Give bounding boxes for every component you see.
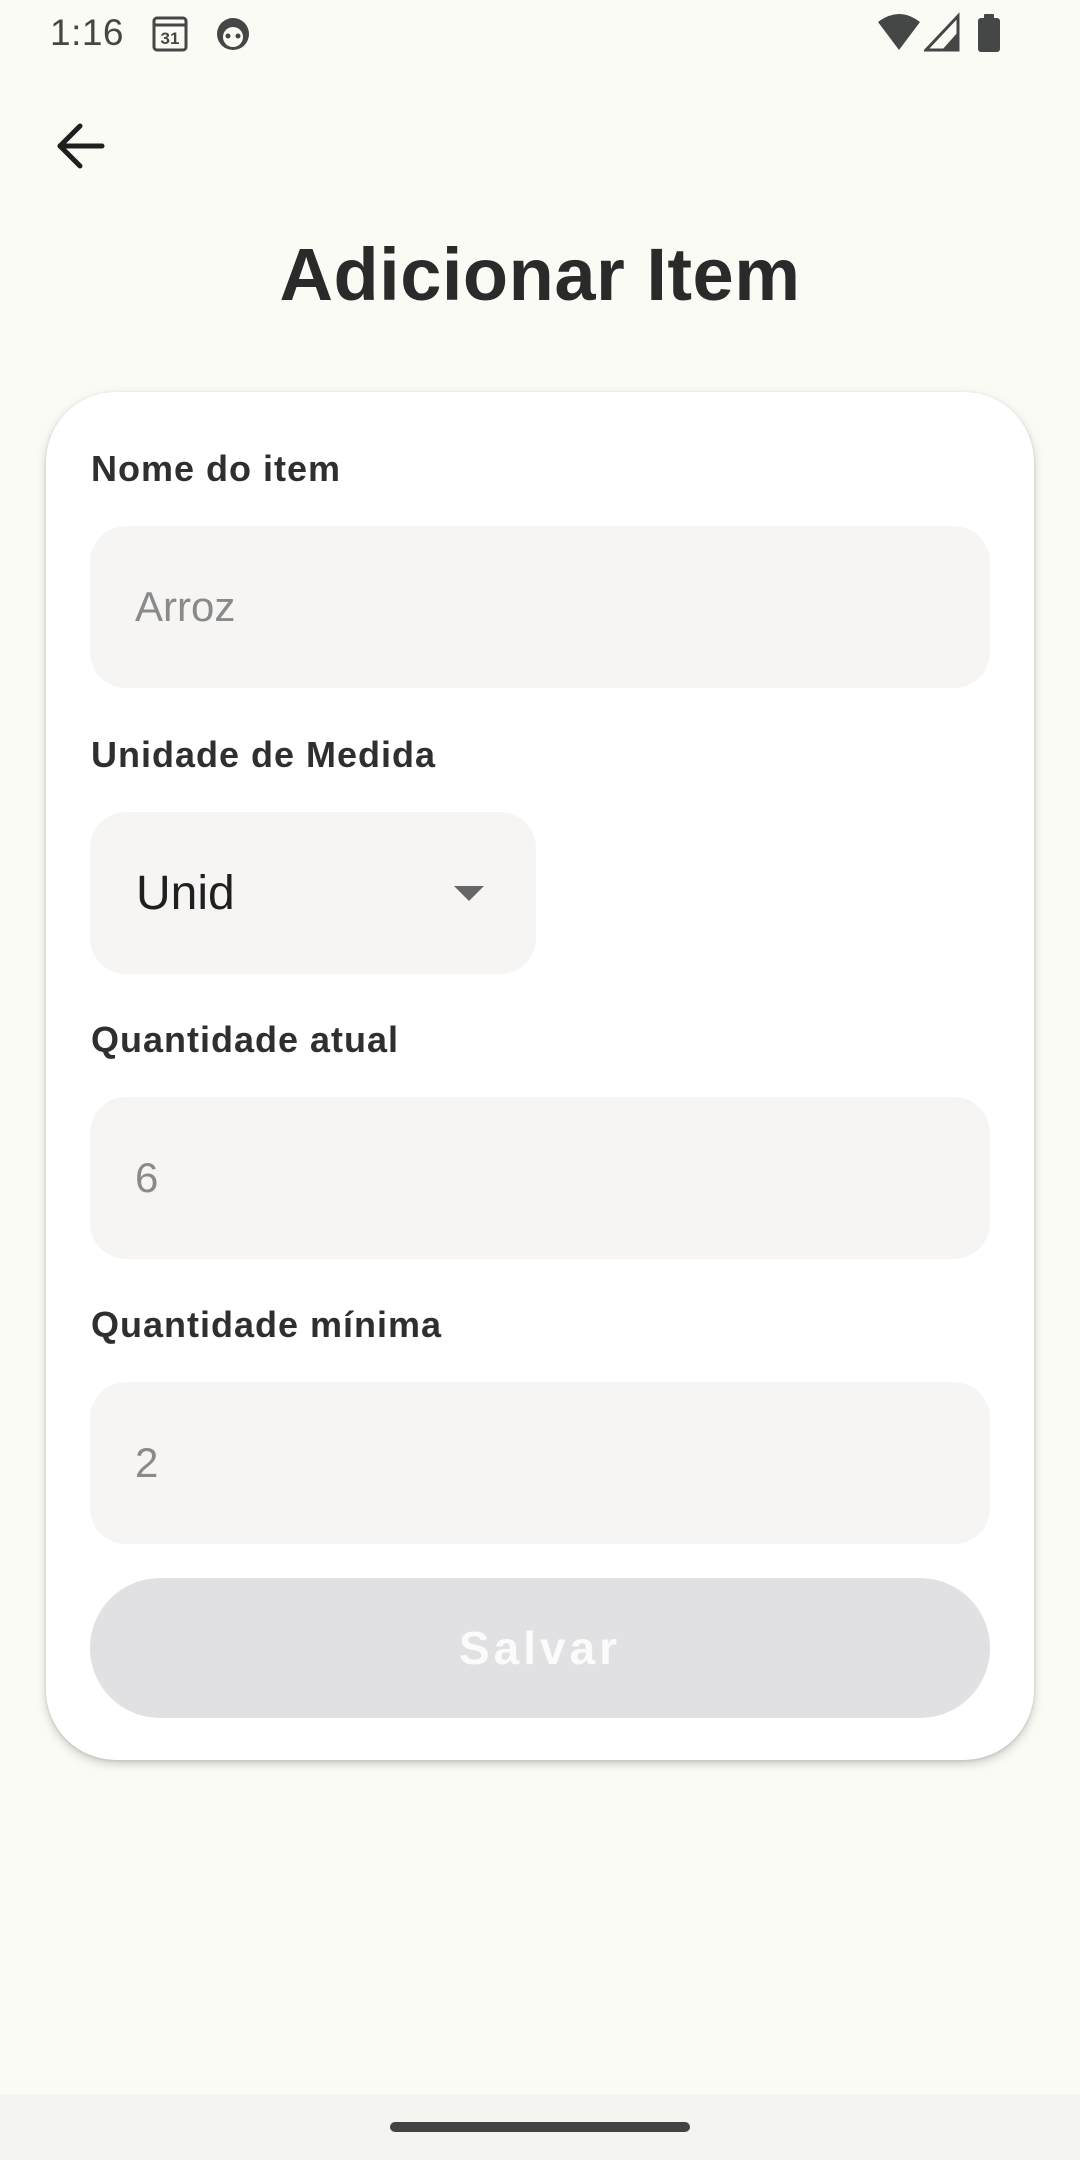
form-card: Nome do item Arroz Unidade de Medida Uni… (46, 392, 1034, 1760)
unit-label: Unidade de Medida (91, 734, 437, 775)
home-indicator[interactable] (390, 2122, 690, 2132)
minimum-quantity-input[interactable]: 2 (90, 1382, 990, 1544)
minimum-quantity-placeholder: 2 (135, 1439, 159, 1486)
current-quantity-label: Quantidade atual (91, 1019, 400, 1060)
caret-down-icon (454, 886, 484, 901)
wifi-icon (878, 14, 920, 50)
calendar-icon: 31 (152, 16, 188, 52)
unit-select[interactable]: Unid (90, 812, 536, 974)
arrow-back-icon (57, 123, 105, 169)
calendar-day-text: 31 (161, 29, 180, 48)
page-title: Adicionar Item (279, 233, 801, 316)
status-bar: 1:16 31 (0, 0, 1080, 66)
robot-icon (217, 18, 249, 50)
item-name-placeholder: Arroz (135, 583, 236, 630)
battery-icon (978, 14, 1000, 52)
current-quantity-input[interactable]: 6 (90, 1097, 990, 1259)
unit-selected-value: Unid (136, 866, 235, 920)
item-name-input[interactable]: Arroz (90, 526, 990, 688)
current-quantity-placeholder: 6 (135, 1154, 159, 1201)
minimum-quantity-label: Quantidade mínima (91, 1304, 443, 1345)
navigation-bar (0, 2094, 1080, 2160)
status-time: 1:16 (50, 12, 125, 53)
item-name-label: Nome do item (91, 448, 342, 489)
back-button[interactable] (44, 110, 116, 182)
save-button[interactable]: Salvar (90, 1578, 990, 1718)
signal-icon (924, 12, 960, 52)
